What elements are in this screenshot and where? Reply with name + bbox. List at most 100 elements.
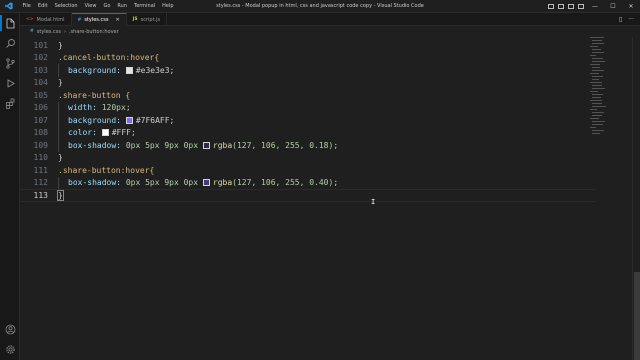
css-file-icon: # <box>30 29 34 34</box>
code-line: 108 color: #FFF; <box>20 126 596 139</box>
code-line: 110 } <box>20 152 596 165</box>
semicolon: ; <box>169 115 175 125</box>
tab-label: styles.css <box>84 17 109 23</box>
breadcrumb-separator: › <box>63 28 66 35</box>
color-swatch[interactable] <box>202 141 210 149</box>
title-bar: File Edit Selection View Go Run Terminal… <box>0 0 640 13</box>
color-swatch[interactable] <box>125 66 133 74</box>
line-number: 103 <box>33 65 48 75</box>
code-line: 106 width: 120px; <box>20 101 596 114</box>
css-function-args: (127, 106, 255, 0.40) <box>232 178 334 188</box>
tab-styles-css[interactable]: # styles.css ✕ <box>71 13 127 26</box>
minimize-button[interactable]: — <box>586 0 604 13</box>
tab-script-js[interactable]: JS script.js <box>127 13 168 26</box>
menu-run[interactable]: Run <box>114 0 131 13</box>
css-value: #e3e3e3 <box>135 65 170 75</box>
maximize-button[interactable]: ☐ <box>604 0 622 13</box>
semicolon: ; <box>169 65 175 75</box>
vertical-scrollbar[interactable] <box>632 37 640 360</box>
css-selector: .share-button { <box>58 90 131 100</box>
menu-selection[interactable]: Selection <box>51 0 81 13</box>
menu-view[interactable]: View <box>81 0 100 13</box>
close-window-button[interactable]: ✕ <box>622 0 640 13</box>
code-line: 111 .share-button:hover{ <box>20 164 596 177</box>
breadcrumb-symbol[interactable]: .share-button:hover <box>69 29 119 35</box>
code-line: 105 .share-button { <box>20 89 596 102</box>
code-line: 107 background: #7F6AFF; <box>20 114 596 127</box>
mouse-ibeam-cursor: I <box>371 198 376 206</box>
breadcrumb-file[interactable]: styles.css <box>37 29 61 35</box>
line-number: 111 <box>33 165 48 175</box>
menu-help[interactable]: Help <box>159 0 177 13</box>
menu-terminal[interactable]: Terminal <box>131 0 159 13</box>
menu-file[interactable]: File <box>19 0 34 13</box>
customize-layout-icon[interactable] <box>576 0 586 13</box>
code-text: } <box>58 78 63 88</box>
close-tab-icon[interactable]: ✕ <box>115 17 119 23</box>
line-number: 113 <box>33 190 48 200</box>
css-property: box-shadow: <box>68 178 121 188</box>
js-file-icon: JS <box>132 17 138 22</box>
vscode-logo-icon <box>5 2 13 10</box>
code-editor[interactable]: 101 } 102 .cancel-button:hover{ 103 back… <box>20 37 640 360</box>
code-text: } <box>57 189 64 201</box>
tab-modal-html[interactable]: <> Modal.html <box>20 13 72 26</box>
css-value: #FFF <box>111 128 131 138</box>
editor-tab-bar: <> Modal.html # styles.css ✕ JS script.j… <box>20 13 640 26</box>
css-selector: .cancel-button:hover{ <box>58 53 160 63</box>
line-number: 102 <box>33 53 48 63</box>
line-number: 110 <box>33 153 48 163</box>
color-swatch[interactable] <box>125 116 133 124</box>
breadcrumb: # styles.css › .share-button:hover <box>20 26 640 37</box>
css-file-icon: # <box>77 17 82 23</box>
css-value: #7F6AFF <box>135 115 170 125</box>
code-line: 103 background: #e3e3e3; <box>20 64 596 77</box>
extensions-icon[interactable] <box>4 97 16 109</box>
line-number: 105 <box>33 90 48 100</box>
css-function-args: (127, 106, 255, 0.18) <box>232 140 334 150</box>
run-debug-icon[interactable] <box>4 77 16 89</box>
code-line-current: 113 } <box>20 189 596 202</box>
line-number: 112 <box>33 178 48 188</box>
search-icon[interactable] <box>4 37 16 49</box>
css-property: box-shadow: <box>68 140 121 150</box>
code-line: 109 box-shadow: 0px 5px 9px 0px rgba (127… <box>20 139 596 152</box>
scrollbar-thumb[interactable] <box>634 272 640 360</box>
css-property: color: <box>68 128 97 138</box>
semicolon: ; <box>333 140 339 150</box>
source-control-icon[interactable] <box>4 57 16 69</box>
toggle-panel-icon[interactable] <box>556 0 566 13</box>
css-property: width: <box>68 103 97 113</box>
line-number: 107 <box>33 115 48 125</box>
css-function: rgba <box>212 178 233 188</box>
more-actions-icon[interactable]: ··· <box>628 16 634 23</box>
code-text: } <box>58 40 63 50</box>
split-editor-icon[interactable]: ▯ <box>619 16 622 23</box>
line-number: 109 <box>33 140 48 150</box>
toggle-secondary-sidebar-icon[interactable] <box>566 0 576 13</box>
semicolon: ; <box>125 103 131 113</box>
tab-label: script.js <box>140 16 161 23</box>
code-line: 104 } <box>20 77 596 90</box>
menu-go[interactable]: Go <box>100 0 114 13</box>
minimap[interactable] <box>590 37 632 137</box>
toggle-primary-sidebar-icon[interactable] <box>546 0 556 13</box>
line-number: 104 <box>33 78 48 88</box>
semicolon: ; <box>333 178 339 188</box>
line-number: 108 <box>33 128 48 138</box>
color-swatch[interactable] <box>101 129 109 137</box>
color-swatch[interactable] <box>202 179 210 187</box>
code-line: 112 box-shadow: 0px 5px 9px 0px rgba (127… <box>20 176 596 189</box>
line-number: 101 <box>33 40 48 50</box>
css-property: background: <box>68 65 121 75</box>
css-selector: .share-button:hover{ <box>58 165 155 175</box>
settings-gear-icon[interactable] <box>4 343 16 355</box>
tab-label: Modal.html <box>36 16 65 23</box>
css-property: background: <box>68 115 121 125</box>
menu-edit[interactable]: Edit <box>34 0 51 13</box>
activity-bar <box>0 13 20 360</box>
code-line: 101 } <box>20 39 596 52</box>
line-number: 106 <box>33 103 48 113</box>
account-icon[interactable] <box>4 323 16 335</box>
explorer-icon[interactable] <box>0 15 16 31</box>
